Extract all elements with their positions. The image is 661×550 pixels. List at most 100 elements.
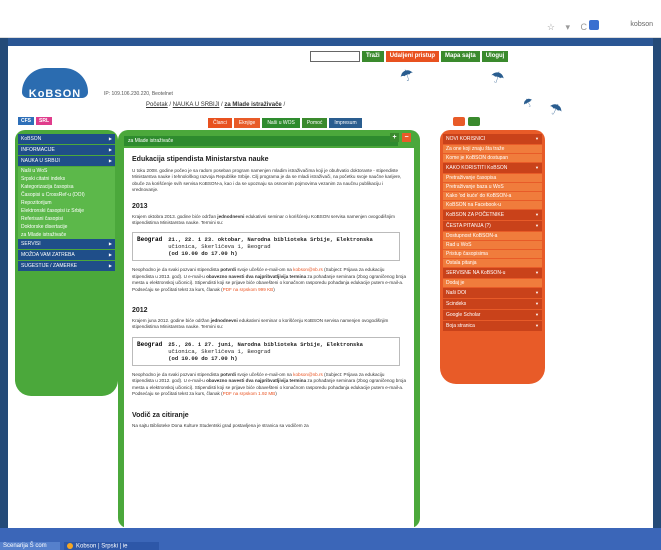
- ip-info: IP: 109.106.230.220, Beotelnet: [104, 91, 173, 97]
- collapse-button[interactable]: −: [402, 133, 411, 142]
- umbrella-icon: ☂: [544, 99, 566, 122]
- content-tabs: Članci Eknjige Naši u WOS Pomoć Impresum: [208, 118, 362, 128]
- umbrella-icon: ☂: [397, 66, 417, 87]
- umbrella-icon: ☂: [520, 94, 537, 112]
- right-menu: NOVI KORISNICIZa one koji znaju šta traž…: [443, 134, 542, 332]
- content-tab[interactable]: Pomoć: [301, 118, 328, 128]
- right-menu-item[interactable]: Dostupnost KoBSON-a: [443, 232, 542, 240]
- left-sidebar: KoBSONINFORMACIJENAUKA U SRBIJINaši u Wo…: [15, 130, 118, 396]
- right-menu-item[interactable]: Kome je KoBSON dostupan: [443, 154, 542, 162]
- section-2013-intro: Krajem oktobra 2013. godine biće održan …: [132, 213, 396, 226]
- left-menu-header[interactable]: INFORMACIJE: [18, 145, 115, 155]
- right-menu-item[interactable]: KoBSON na Facebook-u: [443, 201, 542, 209]
- right-menu-header[interactable]: ČESTA PITANJA (?): [443, 221, 542, 231]
- left-menu-header[interactable]: MOŽDA VAM ZATREBA: [18, 250, 115, 260]
- breadcrumb-link[interactable]: NAUKA U SRBIJI: [173, 102, 220, 108]
- right-menu-header[interactable]: NOVI KORISNICI: [443, 134, 542, 144]
- expand-button[interactable]: +: [390, 133, 399, 142]
- citing-guide-heading: Vodič za citiranje: [132, 411, 189, 419]
- content-panel: za Mlade istraživače + − Edukacija stipe…: [118, 130, 420, 528]
- breadcrumb-link[interactable]: za Mlade istraživače: [224, 102, 281, 108]
- schedule-city: Beograd: [137, 340, 163, 348]
- registration-paragraph-2012: Neophodno je da svaki pozvani stipendist…: [132, 371, 406, 397]
- taskbar: Scenarija Š com Kobson | Srpski | ie: [0, 528, 661, 550]
- page: ☆ ▾ C kobson Traži Udaljeni pristup Mapa s…: [0, 0, 661, 550]
- breadcrumb: Početak / NAUKA U SRBIJI / za Mlade istr…: [146, 102, 285, 108]
- content-title: Edukacija stipendista Ministarstva nauke: [132, 156, 269, 163]
- left-submenu-item[interactable]: Časopisi u CrossRef-u (DOI): [18, 191, 115, 199]
- top-nav-item[interactable]: Uloguj: [481, 51, 509, 62]
- schedule-box-2012: Beograd 25., 26. i 27. juni, Narodna bib…: [132, 336, 400, 366]
- right-menu-item[interactable]: Pretraživanje baza u WoS: [443, 183, 542, 191]
- right-menu-header[interactable]: Scindeks: [443, 299, 542, 309]
- right-menu-header[interactable]: Google Scholar: [443, 310, 542, 320]
- left-menu: KoBSONINFORMACIJENAUKA U SRBIJINaši u Wo…: [18, 134, 115, 272]
- browser-nav-icons[interactable]: ☆ ▾ C: [547, 22, 591, 33]
- cfs-srl-buttons: CFS SRL: [18, 117, 52, 125]
- right-menu-header[interactable]: Naši DOI: [443, 288, 542, 298]
- citing-guide-text: Na sajtu Biblioteke Dona Kulture Student…: [132, 422, 309, 428]
- umbrella-icon: ☂: [487, 68, 507, 89]
- browser-icon: [67, 543, 73, 549]
- breadcrumb-link[interactable]: Početak: [146, 102, 168, 108]
- top-nav-item[interactable]: Udaljeni pristup: [385, 51, 440, 62]
- content-tab[interactable]: Članci: [208, 118, 232, 128]
- content-tab[interactable]: Impresum: [329, 118, 362, 128]
- left-menu-header[interactable]: KoBSON: [18, 134, 115, 144]
- browser-site-label[interactable]: kobson: [630, 21, 653, 28]
- content-tab[interactable]: Naši u WOS: [262, 118, 300, 128]
- content-tab[interactable]: Eknjige: [233, 118, 261, 128]
- right-menu-item[interactable]: Dodaj je: [443, 279, 542, 287]
- left-submenu-item[interactable]: Elektronski časopisi iz Srbije: [18, 207, 115, 215]
- cfs-button[interactable]: SRL: [36, 117, 52, 125]
- page-background: Traži Udaljeni pristup Mapa sajta Uloguj Ko…: [0, 38, 661, 528]
- taskbar-window[interactable]: Kobson | Srpski | ie: [64, 542, 159, 550]
- top-nav-item[interactable]: Mapa sajta: [441, 51, 480, 62]
- schedule-city: Beograd: [137, 236, 163, 244]
- top-strip: [8, 38, 653, 46]
- top-nav: Traži Udaljeni pristup Mapa sajta Uloguj: [310, 51, 509, 62]
- left-submenu-item[interactable]: Doktorske disertacije: [18, 223, 115, 231]
- site-body: Traži Udaljeni pristup Mapa sajta Uloguj Ko…: [8, 38, 653, 528]
- email-link[interactable]: kobson@nb.rs: [293, 267, 323, 272]
- right-top-button[interactable]: [468, 117, 480, 126]
- cfs-button[interactable]: CFS: [18, 117, 34, 125]
- section-2012-intro: Krajem juna 2012. godine biće održan jed…: [132, 318, 389, 330]
- left-submenu-item[interactable]: Referisani časopisi: [18, 215, 115, 223]
- right-top-button[interactable]: [453, 117, 465, 126]
- left-menu-header[interactable]: SERVISI: [18, 239, 115, 249]
- right-menu-header[interactable]: Boja stranica: [443, 321, 542, 331]
- left-menu-header[interactable]: NAUKA U SRBIJI: [18, 156, 115, 166]
- right-menu-item[interactable]: Pretraživanje časopisa: [443, 174, 542, 182]
- right-menu-header[interactable]: SERVISNE NA KoBSON-u: [443, 268, 542, 278]
- content-header: za Mlade istraživače: [124, 136, 398, 146]
- left-submenu-item[interactable]: Repozitorijum: [18, 199, 115, 207]
- kobson-logo[interactable]: KoBSON: [22, 68, 88, 106]
- left-submenu-item[interactable]: Kategorizacija časopisa: [18, 183, 115, 191]
- left-menu-header[interactable]: SUGESTIJE / ZAMERKE: [18, 261, 115, 271]
- email-link[interactable]: kobson@nb.rs: [293, 372, 323, 377]
- left-submenu-item[interactable]: Naši u WoS: [18, 167, 115, 175]
- right-menu-item[interactable]: Rad u WoS: [443, 241, 542, 249]
- top-nav-item[interactable]: Traži: [362, 51, 384, 62]
- taskbar-start[interactable]: Scenarija Š com: [0, 542, 60, 550]
- right-top-buttons: [453, 117, 480, 126]
- intro-paragraph: U toku 2008. godine počeo je sa radom po…: [132, 168, 402, 193]
- content-body: Edukacija stipendista Ministarstva nauke…: [124, 148, 414, 528]
- browser-toolbar: ☆ ▾ C kobson: [0, 0, 661, 38]
- right-menu-item[interactable]: Kako 'od kuće' do KoBSON-a: [443, 192, 542, 200]
- right-menu-item[interactable]: Za one koji znaju šta traže: [443, 145, 542, 153]
- section-2013-heading: 2013: [132, 202, 148, 210]
- right-sidebar: NOVI KORISNICIZa one koji znaju šta traž…: [440, 130, 545, 384]
- right-menu-header[interactable]: KAKO KORISTITI KoBSON: [443, 163, 542, 173]
- pdf-link[interactable]: PDF na srpskom 1.92 MB: [223, 391, 276, 396]
- left-submenu-item[interactable]: Srpski citatni indeks: [18, 175, 115, 183]
- browser-tab-icon: [589, 20, 599, 30]
- right-menu-item[interactable]: Ostala pitanja: [443, 259, 542, 267]
- pdf-link[interactable]: PDF na srpskom 999 KB: [223, 287, 274, 292]
- right-menu-header[interactable]: KoBSON ZA POČETNIKE: [443, 210, 542, 220]
- left-submenu-item[interactable]: za Mlade istraživače: [18, 231, 115, 239]
- search-input[interactable]: [310, 51, 360, 62]
- right-menu-item[interactable]: Pristup časopisima: [443, 250, 542, 258]
- left-submenu: Naši u WoS Srpski citatni indeks Kategoriz…: [18, 167, 115, 239]
